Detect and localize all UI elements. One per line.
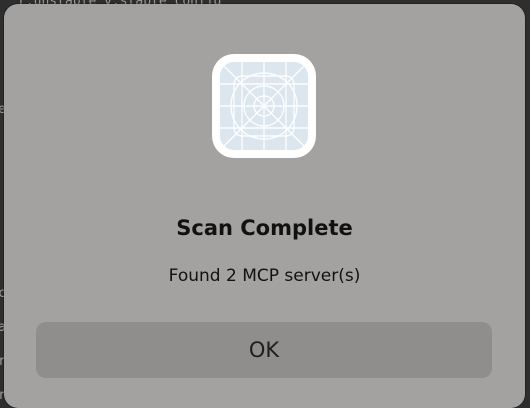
dialog-message: Found 2 MCP server(s) [168,266,361,286]
dialog-title: Scan Complete [176,216,353,240]
alert-dialog: Scan Complete Found 2 MCP server(s) OK [4,4,525,408]
icon-grid-graphic [220,62,308,150]
ok-button[interactable]: OK [36,322,492,378]
app-placeholder-icon [212,54,316,158]
